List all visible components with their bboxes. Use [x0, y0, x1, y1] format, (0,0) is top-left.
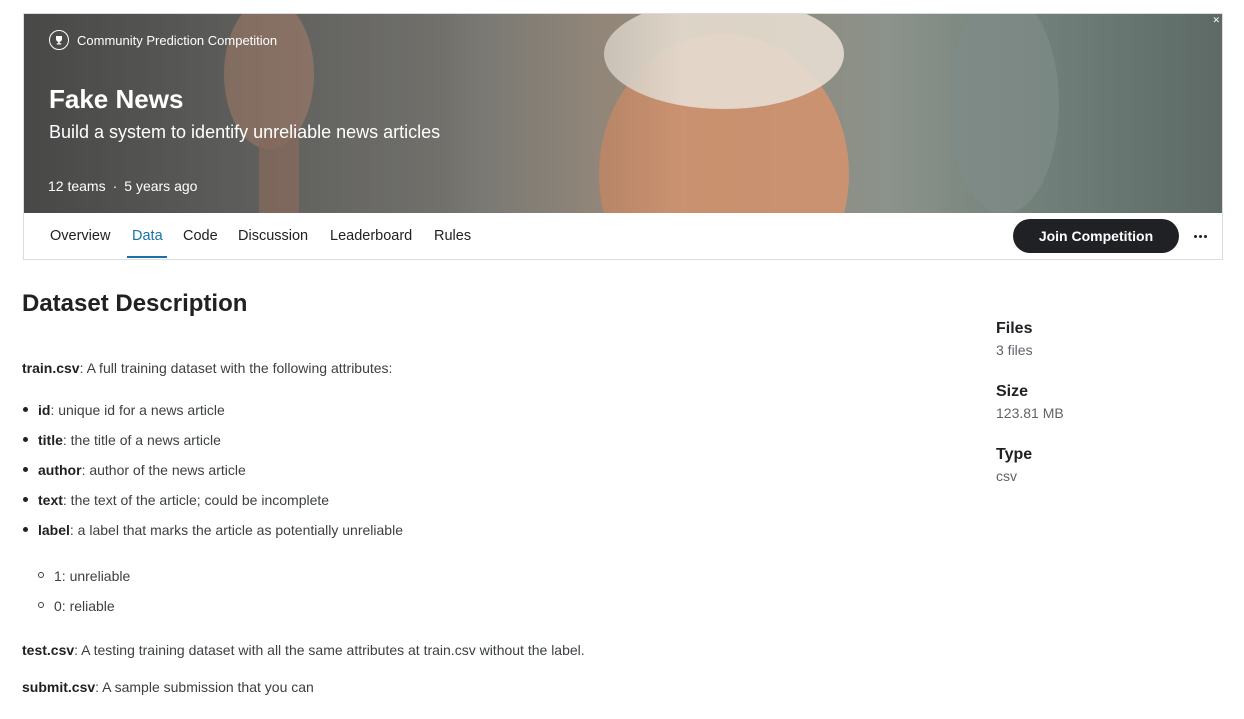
- list-item: 0: reliable: [38, 596, 922, 626]
- type-label: Type: [996, 446, 1033, 463]
- attribute-desc: : a label that marks the article as pote…: [69, 522, 403, 538]
- more-options-icon[interactable]: [1190, 227, 1210, 245]
- size-value: 123.81 MB: [996, 405, 1064, 421]
- list-item: 1: unreliable: [38, 566, 922, 596]
- trophy-icon: [49, 30, 69, 50]
- files-label: Files: [996, 320, 1033, 337]
- attribute-name: label: [38, 522, 70, 538]
- list-item: label: a label that marks the article as…: [22, 520, 922, 550]
- attribute-name: author: [38, 462, 82, 478]
- attribute-desc: : the title of a news article: [62, 432, 221, 448]
- attribute-name: id: [38, 402, 51, 418]
- list-item: text: the text of the article; could be …: [22, 490, 922, 520]
- submit-file-text: : A sample submission that you can: [95, 679, 314, 695]
- dataset-description: Dataset Description train.csv: A full tr…: [22, 290, 922, 695]
- banner-image: Community Prediction Competition Fake Ne…: [24, 14, 1222, 213]
- competition-type-label: Community Prediction Competition: [77, 32, 278, 48]
- label-values-list: 1: unreliable 0: reliable: [38, 566, 922, 626]
- attribute-desc: : author of the news article: [81, 462, 246, 478]
- submit-file-name: submit.csv: [22, 679, 96, 695]
- active-tab-indicator: [127, 256, 167, 258]
- meta-separator: ·: [112, 178, 118, 194]
- attribute-desc: : the text of the article; could be inco…: [62, 492, 330, 508]
- train-file-text: : A full training dataset with the follo…: [79, 360, 393, 376]
- attribute-name: title: [38, 432, 63, 448]
- team-count: 12 teams: [48, 178, 106, 194]
- list-item: author: author of the news article: [22, 460, 922, 490]
- dataset-summary: Files 3 files Size 123.81 MB Type csv: [996, 320, 1064, 484]
- test-file-name: test.csv: [22, 642, 75, 658]
- attribute-name: text: [38, 492, 63, 508]
- type-value: csv: [996, 468, 1017, 484]
- tab-overview[interactable]: Overview: [50, 228, 110, 244]
- tab-leaderboard[interactable]: Leaderboard: [330, 228, 412, 244]
- attribute-desc: : unique id for a news article: [50, 402, 225, 418]
- train-file-desc: train.csv: A full training dataset with …: [22, 360, 922, 376]
- list-item: title: the title of a news article: [22, 430, 922, 460]
- tab-rules[interactable]: Rules: [434, 228, 471, 244]
- competition-tabs: Overview Data Code Discussion Leaderboar…: [24, 213, 1222, 259]
- list-item: id: unique id for a news article: [22, 400, 922, 430]
- attribute-list: id: unique id for a news article title: …: [22, 400, 922, 550]
- test-file-desc: test.csv: A testing training dataset wit…: [22, 642, 922, 658]
- section-heading: Dataset Description: [22, 290, 248, 317]
- competition-meta: 12 teams · 5 years ago: [48, 178, 197, 194]
- competition-title: Fake News: [49, 84, 184, 114]
- tab-data[interactable]: Data: [132, 228, 163, 244]
- test-file-text: : A testing training dataset with all th…: [74, 642, 585, 658]
- competition-header-card: Community Prediction Competition Fake Ne…: [23, 13, 1223, 260]
- tab-discussion[interactable]: Discussion: [238, 228, 308, 244]
- size-label: Size: [996, 383, 1029, 400]
- close-icon[interactable]: ✕: [1212, 15, 1220, 26]
- competition-subtitle: Build a system to identify unreliable ne…: [49, 122, 441, 142]
- submit-file-desc: submit.csv: A sample submission that you…: [22, 679, 922, 695]
- files-value: 3 files: [996, 342, 1033, 358]
- competition-type: Community Prediction Competition: [49, 30, 277, 50]
- tab-code[interactable]: Code: [183, 228, 218, 244]
- join-competition-button[interactable]: Join Competition: [1013, 219, 1179, 253]
- competition-age: 5 years ago: [124, 178, 198, 194]
- train-file-name: train.csv: [22, 360, 80, 376]
